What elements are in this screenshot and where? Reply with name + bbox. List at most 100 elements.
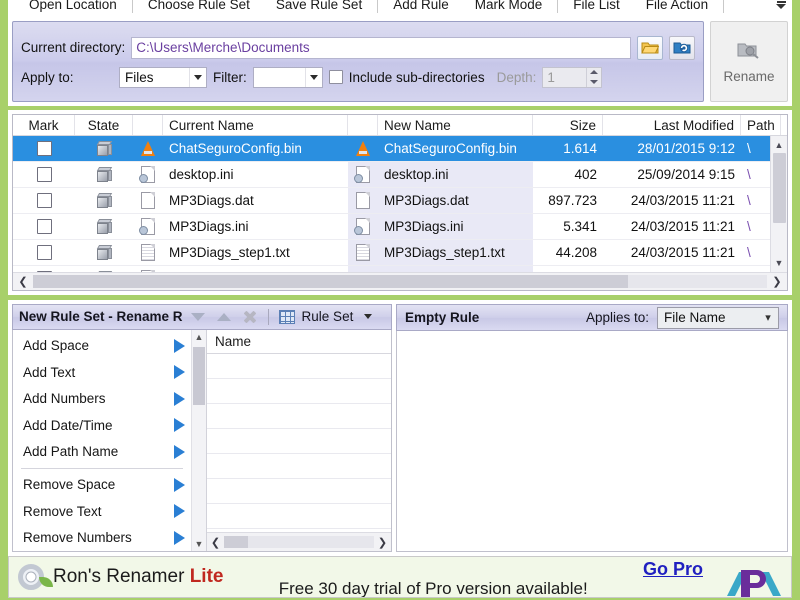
go-pro-link[interactable]: Go Pro — [643, 559, 703, 580]
current-directory-input[interactable] — [131, 36, 631, 59]
include-subdirectories-label: Include sub-directories — [348, 69, 485, 85]
rename-button[interactable]: Rename — [710, 21, 788, 102]
rule-name-grid-horizontal-scrollbar[interactable]: ❮ ❯ — [207, 532, 391, 551]
row-mark-cell[interactable] — [13, 136, 75, 161]
rule-item-add-space[interactable]: Add Space — [13, 333, 191, 359]
horizontal-scroll-track[interactable] — [33, 274, 767, 288]
chevron-down-icon[interactable] — [187, 307, 209, 327]
horizontal-scroll-thumb[interactable] — [224, 536, 248, 548]
mark-checkbox[interactable] — [36, 219, 52, 234]
file-list-vertical-scrollbar[interactable]: ▲ ▼ — [770, 136, 787, 272]
rule-item-add-text[interactable]: Add Text — [13, 359, 191, 385]
ruleset-grid-icon[interactable] — [276, 307, 298, 327]
depth-stepper[interactable]: 1 — [542, 66, 603, 88]
row-current-name: MP3Diags_step1.txt — [169, 245, 290, 260]
rule-menu-scroll-thumb[interactable] — [193, 346, 205, 405]
table-row[interactable]: ChatSeguroConfig.bin ChatSeguroConfig.bi… — [13, 136, 787, 162]
apply-rule-icon[interactable] — [174, 530, 185, 545]
table-row[interactable]: desktop.ini desktop.ini 402 25/09/2014 9… — [13, 162, 787, 188]
scroll-down-icon[interactable]: ▼ — [771, 255, 787, 272]
rule-item-add-date-time[interactable]: Add Date/Time — [13, 412, 191, 438]
apply-rule-icon[interactable] — [174, 504, 185, 519]
text-file-icon — [141, 270, 155, 272]
rule-name-grid-header[interactable]: Name — [207, 330, 391, 354]
apply-rule-icon[interactable] — [174, 391, 185, 406]
menu-item-file-list[interactable]: File List — [560, 0, 633, 16]
chevron-up-icon[interactable] — [213, 307, 235, 327]
chevron-down-icon: ▾ — [765, 312, 771, 324]
rule-editor-title: Empty Rule — [405, 310, 480, 325]
rule-item-add-path-name[interactable]: Add Path Name — [13, 438, 191, 464]
depth-up-button[interactable] — [587, 68, 601, 78]
row-mark-cell[interactable] — [13, 266, 75, 272]
row-mark-cell[interactable] — [13, 162, 75, 187]
menu-item-save-rule-set[interactable]: Save Rule Set — [263, 0, 375, 16]
scroll-left-icon[interactable]: ❮ — [207, 536, 224, 549]
trial-message: Free 30 day trial of Pro version availab… — [278, 579, 588, 598]
apply-rule-icon[interactable] — [174, 338, 185, 353]
rule-name-grid-body[interactable] — [207, 353, 391, 532]
depth-spin-buttons[interactable] — [586, 67, 601, 87]
row-mark-cell[interactable] — [13, 240, 75, 265]
table-row[interactable] — [13, 266, 787, 272]
applies-to-select[interactable]: File Name ▾ — [657, 306, 779, 329]
scroll-right-icon[interactable]: ❯ — [374, 536, 391, 549]
rule-menu-scrollbar[interactable]: ▲ ▼ — [191, 329, 206, 551]
refresh-folder-icon[interactable] — [669, 35, 695, 60]
row-mark-cell[interactable] — [13, 188, 75, 213]
rule-editor-panel: Empty Rule Applies to: File Name ▾ — [396, 304, 788, 552]
menu-item-add-rule[interactable]: Add Rule — [380, 0, 462, 16]
mark-checkbox[interactable] — [36, 141, 52, 156]
apply-rule-icon[interactable] — [174, 418, 185, 433]
column-header-mark[interactable]: Mark — [13, 115, 75, 135]
apply-rule-icon[interactable] — [174, 477, 185, 492]
table-row[interactable]: MP3Diags_step1.txt MP3Diags_step1.txt 44… — [13, 240, 787, 266]
row-mark-cell[interactable] — [13, 214, 75, 239]
overflow-chevron-icon[interactable] — [774, 0, 788, 14]
mark-checkbox[interactable] — [36, 193, 52, 208]
column-header-current-name[interactable]: Current Name — [163, 115, 348, 135]
horizontal-scroll-track[interactable] — [224, 536, 374, 548]
scroll-right-icon[interactable]: ❯ — [767, 275, 787, 288]
horizontal-scroll-thumb[interactable] — [33, 274, 628, 288]
scroll-up-icon[interactable]: ▲ — [771, 136, 787, 153]
mark-checkbox[interactable] — [36, 167, 52, 182]
file-list-horizontal-scrollbar[interactable]: ❮ ❯ — [13, 271, 787, 290]
column-header-last-modified[interactable]: Last Modified — [603, 115, 741, 135]
row-last-modified: 24/03/2015 11:21 — [630, 245, 735, 260]
folder-open-icon[interactable] — [637, 35, 663, 60]
column-header-new-name[interactable]: New Name — [378, 115, 533, 135]
vertical-scroll-thumb[interactable] — [772, 153, 786, 223]
filter-select[interactable] — [252, 66, 323, 88]
delete-x-icon[interactable] — [239, 307, 261, 327]
menu-item-open-location[interactable]: Open Location — [16, 0, 130, 16]
column-header-size[interactable]: Size — [533, 115, 603, 135]
menu-item-choose-rule-set[interactable]: Choose Rule Set — [135, 0, 263, 16]
row-new-name — [378, 266, 533, 272]
ribbon-toolbar: Current directory: Apply — [8, 16, 792, 106]
chevron-down-icon[interactable] — [357, 307, 379, 327]
rule-item-remove-numbers[interactable]: Remove Numbers — [13, 525, 191, 551]
rp-logo-icon — [717, 566, 791, 597]
include-subdirectories-checkbox[interactable] — [328, 70, 343, 84]
rule-item-remove-space[interactable]: Remove Space — [13, 472, 191, 498]
table-row[interactable]: MP3Diags.ini MP3Diags.ini 5.341 24/03/20… — [13, 214, 787, 240]
scroll-up-icon[interactable]: ▲ — [192, 330, 206, 345]
mark-checkbox[interactable] — [36, 271, 52, 272]
apply-rule-icon[interactable] — [174, 365, 185, 380]
depth-down-button[interactable] — [587, 77, 601, 87]
scroll-left-icon[interactable]: ❮ — [13, 275, 33, 288]
mark-checkbox[interactable] — [36, 245, 52, 260]
apply-to-select[interactable]: Files — [119, 66, 207, 88]
menu-item-file-action[interactable]: File Action — [633, 0, 721, 16]
rule-item-add-numbers[interactable]: Add Numbers — [13, 386, 191, 412]
scroll-down-icon[interactable]: ▼ — [192, 536, 206, 551]
rule-editor-body[interactable] — [396, 331, 788, 552]
rule-item-remove-text[interactable]: Remove Text — [13, 498, 191, 524]
column-header-path[interactable]: Path — [741, 115, 781, 135]
apply-rule-icon[interactable] — [174, 444, 185, 459]
menu-item-mark-mode[interactable]: Mark Mode — [462, 0, 556, 16]
table-row[interactable]: MP3Diags.dat MP3Diags.dat 897.723 24/03/… — [13, 188, 787, 214]
column-header-state[interactable]: State — [75, 115, 133, 135]
rule-set-button-label[interactable]: Rule Set — [302, 309, 354, 324]
